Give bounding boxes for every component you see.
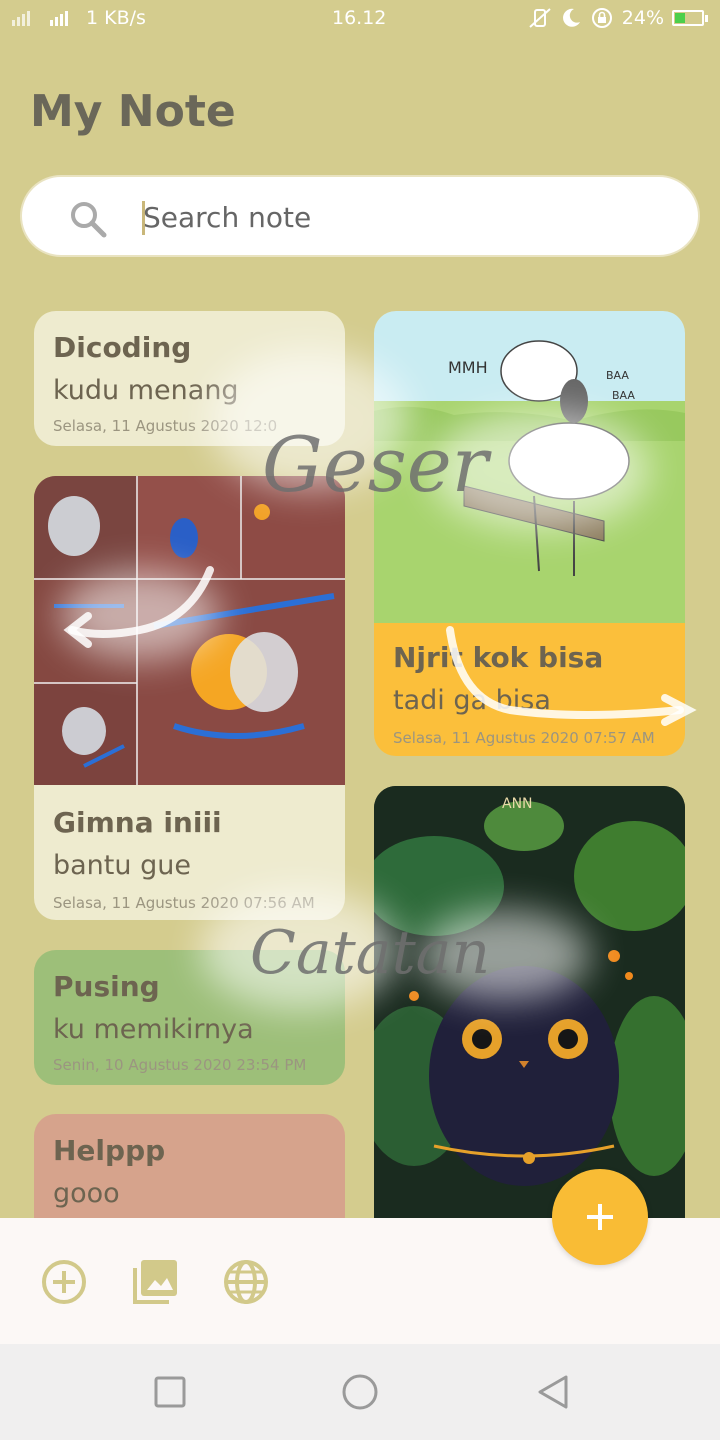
status-left: 1 KB/s: [10, 7, 146, 29]
back-icon[interactable]: [534, 1372, 574, 1412]
note-body: ku memikirnya: [53, 1014, 254, 1045]
image-icon[interactable]: [131, 1258, 179, 1306]
note-image: ANN: [374, 786, 685, 1218]
battery-icon: [672, 10, 708, 26]
note-title: Dicoding: [53, 331, 192, 364]
network-speed: 1 KB/s: [86, 7, 146, 29]
note-card-gimna[interactable]: Gimna iniii bantu gue Selasa, 11 Agustus…: [34, 476, 345, 920]
battery-percent: 24%: [621, 7, 664, 29]
note-title: Helppp: [53, 1134, 166, 1167]
note-card-ann[interactable]: ANN: [374, 786, 685, 1218]
note-body: kudu menang: [53, 375, 239, 406]
image-text-baa-1: BAA: [606, 369, 629, 382]
notes-grid[interactable]: Dicoding kudu menang Selasa, 11 Agustus …: [0, 290, 720, 1218]
globe-icon[interactable]: [222, 1258, 270, 1306]
note-body: bantu gue: [53, 850, 191, 881]
image-text-mmh: MMH: [448, 358, 488, 377]
signal-icon: [12, 11, 68, 26]
status-time: 16.12: [332, 7, 387, 29]
swipe-arrow-icon: [446, 626, 697, 726]
note-card-pusing[interactable]: Pusing ku memikirnya Senin, 10 Agustus 2…: [34, 950, 345, 1085]
image-text-baa-2: BAA: [612, 389, 635, 402]
note-image: MMH BAA BAA: [374, 311, 685, 623]
system-nav-bar: [0, 1344, 720, 1440]
note-title: Gimna iniii: [53, 806, 222, 839]
home-icon[interactable]: [340, 1372, 380, 1412]
note-card-helppp[interactable]: Helppp gooo: [34, 1114, 345, 1218]
note-card-dicoding[interactable]: Dicoding kudu menang Selasa, 11 Agustus …: [34, 311, 345, 446]
image-label-ann: ANN: [502, 796, 533, 812]
status-bar: 1 KB/s 16.12 24%: [0, 0, 720, 38]
recent-apps-icon[interactable]: [150, 1372, 190, 1412]
note-title: Pusing: [53, 970, 160, 1003]
plus-icon: [587, 1204, 613, 1230]
note-date: Senin, 10 Agustus 2020 23:54 PM: [53, 1056, 307, 1074]
add-note-button[interactable]: [552, 1169, 648, 1265]
search-input[interactable]: [143, 197, 683, 237]
rotation-lock-icon: [591, 8, 612, 28]
status-right: 24%: [528, 6, 708, 30]
swipe-arrow-icon: [63, 566, 214, 648]
note-date: Selasa, 11 Agustus 2020 07:56 AM: [53, 894, 315, 912]
note-date: Selasa, 11 Agustus 2020 12:0: [53, 417, 278, 435]
page-title: My Note: [30, 86, 236, 137]
vibrate-icon: [529, 8, 551, 28]
moon-icon: [562, 8, 580, 27]
add-circle-icon[interactable]: [40, 1258, 88, 1306]
search-icon: [71, 202, 107, 238]
note-body: gooo: [53, 1178, 120, 1209]
search-bar[interactable]: [20, 175, 700, 257]
